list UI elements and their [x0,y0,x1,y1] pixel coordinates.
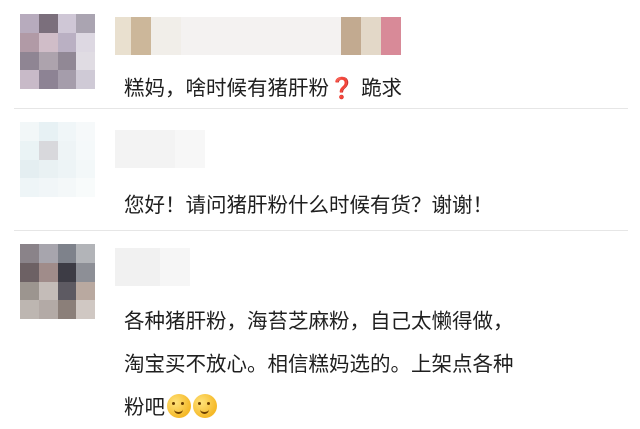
question-mark-icon: ❓ [329,76,355,100]
comment-text: 糕妈，啥时候有猪肝粉❓ 跪求 [124,76,403,100]
username[interactable] [115,17,401,55]
avatar[interactable] [20,14,95,89]
comment-item: 您好！请问猪肝粉什么时候有货？谢谢！ [0,108,640,230]
comment-item: 糕妈，啥时候有猪肝粉❓ 跪求 [0,0,640,108]
avatar[interactable] [20,122,95,197]
username[interactable] [115,130,205,168]
comment-line: 粉吧 [124,386,629,429]
comment-text: 您好！请问猪肝粉什么时候有货？谢谢！ [124,193,493,217]
avatar[interactable] [20,244,95,319]
comment-item: 各种猪肝粉，海苔芝麻粉，自己太懒得做， 淘宝买不放心。相信糕妈选的。上架点各种 … [0,230,640,427]
comment-line: 各种猪肝粉，海苔芝麻粉，自己太懒得做， [124,309,514,333]
thinking-face-icon [167,394,191,418]
thinking-face-icon [193,394,217,418]
comment-line: 淘宝买不放心。相信糕妈选的。上架点各种 [124,352,514,376]
username[interactable] [115,248,190,286]
comment-text: 各种猪肝粉，海苔芝麻粉，自己太懒得做， 淘宝买不放心。相信糕妈选的。上架点各种 … [124,300,629,429]
